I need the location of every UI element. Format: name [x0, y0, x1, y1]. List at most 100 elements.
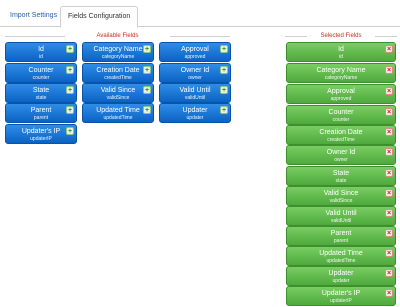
available-field-parent[interactable]: Parent parent + [5, 103, 77, 123]
add-field-button[interactable]: + [220, 45, 228, 53]
selected-fields-header: Selected Fields [285, 33, 397, 39]
field-key: validSince [106, 95, 130, 101]
field-key: parent [333, 238, 349, 244]
remove-field-button[interactable]: × [385, 289, 393, 297]
field-key: updater [332, 278, 350, 284]
remove-field-button[interactable]: × [385, 45, 393, 53]
available-fields-header: Available Fields [5, 33, 230, 39]
field-key: id [339, 54, 343, 60]
available-field-valid-since[interactable]: Valid Since validSince + [82, 83, 154, 103]
selected-field-category-name[interactable]: Category Name categoryName × [286, 63, 396, 83]
add-field-button[interactable]: + [220, 66, 228, 74]
field-label: Owner Id [326, 149, 356, 156]
available-field-valid-until[interactable]: Valid Until validUntil + [159, 83, 231, 103]
field-label: Updater's IP [321, 290, 361, 297]
add-field-button[interactable]: + [66, 66, 74, 74]
selected-field-valid-since[interactable]: Valid Since validSince × [286, 186, 396, 206]
available-field-creation-date[interactable]: Creation Date createdTime + [82, 63, 154, 83]
remove-field-button[interactable]: × [385, 148, 393, 156]
field-label: State [332, 170, 350, 177]
tab-fields-configuration[interactable]: Fields Configuration [60, 6, 139, 28]
tab-bar: Import Settings Fields Configuration [0, 0, 400, 28]
remove-field-button[interactable]: × [385, 169, 393, 177]
selected-field-approval[interactable]: Approval approved × [286, 84, 396, 104]
field-key: state [335, 178, 347, 184]
available-field-id[interactable]: Id id + [5, 42, 77, 62]
available-field-approval[interactable]: Approval approved + [159, 42, 231, 62]
field-key: updatedTime [326, 258, 356, 264]
header-divider-left [285, 36, 307, 37]
remove-field-button[interactable]: × [385, 209, 393, 217]
available-field-updaters-ip[interactable]: Updater's IP updaterIP + [5, 124, 77, 144]
selected-field-updated-time[interactable]: Updated Time updatedTime × [286, 246, 396, 266]
field-key: id [39, 54, 43, 60]
selected-field-id[interactable]: Id id × [286, 42, 396, 62]
remove-field-button[interactable]: × [385, 108, 393, 116]
available-field-state[interactable]: State state + [5, 83, 77, 103]
tab-import-settings[interactable]: Import Settings [3, 6, 64, 27]
remove-field-button[interactable]: × [385, 87, 393, 95]
selected-field-updaters-ip[interactable]: Updater's IP updaterIP × [286, 286, 396, 306]
add-field-button[interactable]: + [143, 86, 151, 94]
field-key: createdTime [327, 137, 355, 143]
remove-field-button[interactable]: × [385, 229, 393, 237]
remove-field-button[interactable]: × [385, 128, 393, 136]
field-label: Counter [328, 109, 354, 116]
field-key: validUntil [184, 95, 206, 101]
field-key: state [35, 95, 47, 101]
add-field-button[interactable]: + [66, 45, 74, 53]
field-key: validSince [329, 198, 353, 204]
field-label: Updater [328, 270, 354, 277]
selected-field-parent[interactable]: Parent parent × [286, 226, 396, 246]
field-key: updater [186, 115, 204, 121]
available-field-updater[interactable]: Updater updater + [159, 103, 231, 123]
field-key: validUntil [330, 218, 352, 224]
field-label: Updated Time [319, 250, 363, 257]
available-field-counter[interactable]: Counter counter + [5, 63, 77, 83]
available-field-owner-id[interactable]: Owner Id owner + [159, 63, 231, 83]
add-field-button[interactable]: + [66, 127, 74, 135]
field-key: parent [33, 115, 49, 121]
field-key: owner [188, 75, 202, 81]
add-field-button[interactable]: + [143, 66, 151, 74]
add-field-button[interactable]: + [66, 106, 74, 114]
add-field-button[interactable]: + [143, 45, 151, 53]
field-label: Approval [327, 88, 355, 95]
available-field-category-name[interactable]: Category Name categoryName + [82, 42, 154, 62]
selected-field-state[interactable]: State state × [286, 166, 396, 186]
selected-fields-title: Selected Fields [320, 33, 362, 39]
field-key: updaterIP [30, 136, 52, 142]
field-key: owner [334, 157, 348, 163]
selected-field-counter[interactable]: Counter counter × [286, 105, 396, 125]
header-divider-right [375, 36, 397, 37]
field-key: updatedTime [103, 115, 133, 121]
remove-field-button[interactable]: × [385, 189, 393, 197]
field-key: approved [184, 54, 206, 60]
selected-field-updater[interactable]: Updater updater × [286, 266, 396, 286]
remove-field-button[interactable]: × [385, 269, 393, 277]
available-field-updated-time[interactable]: Updated Time updatedTime + [82, 103, 154, 123]
field-label: Category Name [316, 67, 366, 74]
header-divider-right [170, 36, 230, 37]
add-field-button[interactable]: + [66, 86, 74, 94]
field-label: Creation Date [319, 129, 363, 136]
field-key: counter [332, 117, 350, 123]
selected-field-valid-until[interactable]: Valid Until validUntil × [286, 206, 396, 226]
field-label: Valid Until [325, 210, 357, 217]
add-field-button[interactable]: + [143, 106, 151, 114]
selected-field-owner-id[interactable]: Owner Id owner × [286, 145, 396, 165]
selected-field-creation-date[interactable]: Creation Date createdTime × [286, 125, 396, 145]
add-field-button[interactable]: + [220, 86, 228, 94]
field-key: approved [330, 96, 352, 102]
field-label: Parent [330, 230, 352, 237]
field-key: updaterIP [330, 298, 352, 304]
remove-field-button[interactable]: × [385, 249, 393, 257]
field-key: categoryName [101, 54, 135, 60]
field-key: createdTime [104, 75, 132, 81]
remove-field-button[interactable]: × [385, 66, 393, 74]
add-field-button[interactable]: + [220, 106, 228, 114]
available-fields-title: Available Fields [96, 33, 139, 39]
field-label: Id [338, 46, 344, 53]
header-divider-left [5, 36, 65, 37]
field-key: counter [32, 75, 50, 81]
